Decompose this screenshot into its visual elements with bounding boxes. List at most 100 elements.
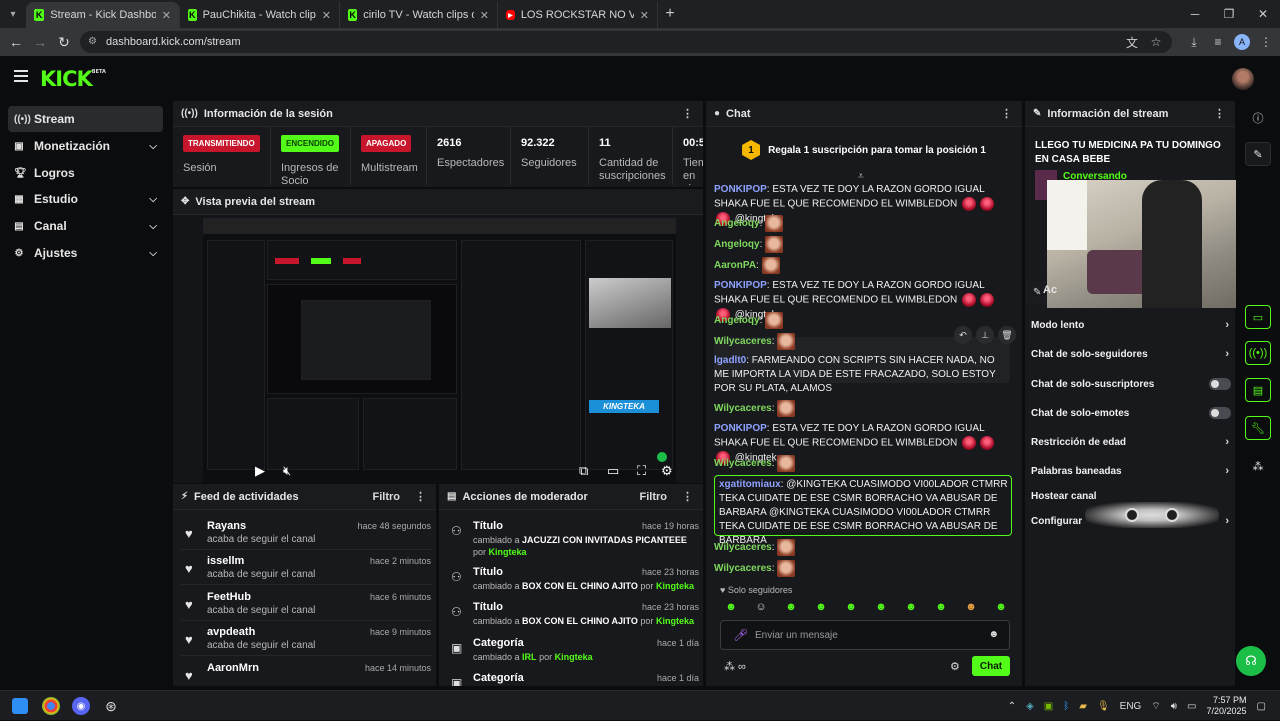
follower-name[interactable]: issellm xyxy=(207,555,244,567)
send-chat-button[interactable]: Chat xyxy=(972,656,1010,676)
filter-button[interactable]: Filtro xyxy=(640,491,668,503)
hamburger-menu-icon[interactable] xyxy=(14,70,28,85)
sidebar-item-canal[interactable]: ▤ Canal ⌵ xyxy=(8,213,163,239)
close-tab-icon[interactable]: ✕ xyxy=(640,9,649,22)
address-bar[interactable]: ⚙ dashboard.kick.com/stream xyxy=(80,31,1172,53)
emotes-only-toggle[interactable] xyxy=(1209,407,1231,419)
more-options-icon[interactable]: ⋮ xyxy=(1001,107,1012,120)
emote-icon[interactable]: ☻ xyxy=(782,599,800,615)
forward-icon[interactable]: → xyxy=(28,34,52,50)
sidebar-item-monetizacion[interactable]: ▣ Monetización ⌵ xyxy=(8,133,163,159)
browser-tab-youtube[interactable]: ▶ LOS ROCKSTAR NO VAN AL CIE ✕ xyxy=(498,2,658,28)
emote-icon[interactable]: ☻ xyxy=(902,599,920,615)
stream-preview-video[interactable]: KINGTEKA ▶ 🔇︎ ⧉ ▭ ⛶ ⚙ xyxy=(203,218,676,483)
emoji-picker-icon[interactable]: ☻ xyxy=(988,629,999,640)
undo-icon[interactable]: ↶ xyxy=(954,326,972,344)
sidebar-item-stream[interactable]: ((•)) Stream xyxy=(8,106,163,132)
moderator-name[interactable]: Kingteka xyxy=(656,616,694,626)
moderator-name[interactable]: Kingteka xyxy=(489,547,527,557)
play-icon[interactable]: ▶ xyxy=(255,463,265,479)
discord-icon[interactable]: ◉ xyxy=(72,697,90,715)
clock[interactable]: 7:57 PM 7/20/2025 xyxy=(1207,695,1247,717)
nvidia-icon[interactable]: ▣ xyxy=(1044,701,1053,712)
emote-icon[interactable]: ☻ xyxy=(722,599,740,615)
reading-list-icon[interactable]: ≡ xyxy=(1210,35,1226,49)
sidebar-item-logros[interactable]: 🏆︎ Logros xyxy=(8,160,163,186)
volume-icon[interactable]: 🔊︎ xyxy=(1171,701,1177,712)
emote-icon[interactable]: ☺ xyxy=(752,599,770,615)
info-icon[interactable]: ⓘ xyxy=(1245,106,1271,130)
chat-username[interactable]: Angeloqy xyxy=(714,239,760,250)
browser-tab-cirilotv[interactable]: K cirilo TV - Watch clips on Kick ✕ xyxy=(340,2,498,28)
follower-name[interactable]: AaronMrn xyxy=(207,662,259,674)
moderator-name[interactable]: Kingteka xyxy=(656,581,694,591)
filter-button[interactable]: Filtro xyxy=(373,491,401,503)
option-followers-only[interactable]: Chat de solo-seguidores › xyxy=(1031,345,1233,363)
emote-icon[interactable]: ☻ xyxy=(962,599,980,615)
obs-icon[interactable]: ⊛ xyxy=(102,697,120,715)
chat-username[interactable]: xgatitomiaux xyxy=(719,479,781,490)
pin-icon[interactable]: ⊥ xyxy=(976,326,994,344)
chevron-up-icon[interactable]: ⌃ xyxy=(1008,701,1016,712)
microphone-icon[interactable]: 🎤︎ xyxy=(733,628,748,642)
profile-avatar[interactable]: A xyxy=(1234,34,1250,50)
chat-message-input[interactable]: 🎤︎ Enviar un mensaje ☻ xyxy=(720,620,1010,650)
close-tab-icon[interactable]: ✕ xyxy=(480,9,489,22)
broadcast-icon[interactable]: ((•)) xyxy=(1245,341,1271,365)
collapse-pinned-icon[interactable]: ⩡ xyxy=(858,171,864,182)
language-indicator[interactable]: ENG xyxy=(1120,701,1142,712)
windows-start-icon[interactable] xyxy=(12,698,28,714)
emote-icon[interactable]: ☻ xyxy=(872,599,890,615)
follower-name[interactable]: FeetHub xyxy=(207,591,251,603)
chat-username[interactable]: Wilycaceres xyxy=(714,336,772,347)
option-age-restriction[interactable]: Restricción de edad › xyxy=(1031,433,1233,451)
reload-icon[interactable]: ↻ xyxy=(52,34,76,51)
pinned-gift-banner[interactable]: 1 Regala 1 suscripción para tomar la pos… xyxy=(706,128,1022,172)
more-options-icon[interactable]: ⋮ xyxy=(682,107,693,120)
chat-username[interactable]: Wilycaceres xyxy=(714,458,772,469)
battery-icon[interactable]: ▭ xyxy=(1187,701,1196,712)
chat-username[interactable]: Angeloqy xyxy=(714,315,760,326)
theater-mode-icon[interactable]: ▭ xyxy=(607,463,619,479)
site-info-icon[interactable]: ⚙ xyxy=(88,36,97,47)
chat-username[interactable]: PONKIPOP xyxy=(714,423,767,434)
edit-icon[interactable]: ✎ xyxy=(1245,142,1271,166)
folder-icon[interactable]: ▰ xyxy=(1079,701,1087,712)
option-slow-mode[interactable]: Modo lento › xyxy=(1031,316,1233,334)
maximize-icon[interactable]: ❐ xyxy=(1212,0,1246,28)
chat-username[interactable]: Angeloqy xyxy=(714,218,760,229)
chat-extras-icon[interactable]: ⁂ ∞ xyxy=(724,660,746,673)
translate-icon[interactable]: 文 xyxy=(1124,34,1140,51)
close-window-icon[interactable]: ✕ xyxy=(1246,0,1280,28)
sidebar-item-ajustes[interactable]: ⚙ Ajustes ⌵ xyxy=(8,240,163,266)
chat-username[interactable]: PONKIPOP xyxy=(714,280,767,291)
emote-icon[interactable]: ☻ xyxy=(842,599,860,615)
chat-username[interactable]: lgadlt0 xyxy=(714,355,746,366)
emote-icon[interactable]: ☻ xyxy=(992,599,1010,615)
mute-icon[interactable]: 🔇︎ xyxy=(283,463,291,479)
browser-menu-icon[interactable]: ⋮ xyxy=(1258,35,1274,49)
tab-search-icon[interactable]: ▾ xyxy=(0,0,26,28)
chat-username[interactable]: AaronPA xyxy=(714,260,756,271)
chat-username[interactable]: Wilycaceres xyxy=(714,563,772,574)
chat-username[interactable]: Wilycaceres xyxy=(714,403,772,414)
network-apps-icon[interactable]: ◈ xyxy=(1026,701,1034,712)
picture-in-picture-icon[interactable]: ⧉ xyxy=(579,463,588,479)
wrench-icon[interactable]: 🔧︎ xyxy=(1245,416,1271,440)
more-options-icon[interactable]: ⋮ xyxy=(682,490,693,503)
chat-icon[interactable]: ▭ xyxy=(1245,305,1271,329)
notifications-icon[interactable]: ▢ xyxy=(1257,701,1266,712)
bluetooth-icon[interactable]: ᛒ xyxy=(1063,701,1069,712)
back-icon[interactable]: ← xyxy=(4,34,28,50)
help-support-icon[interactable]: ☊ xyxy=(1236,646,1266,676)
new-tab-button[interactable]: + xyxy=(658,5,682,23)
more-options-icon[interactable]: ⋮ xyxy=(415,490,426,503)
wifi-icon[interactable]: ⌔ xyxy=(1151,700,1160,713)
browser-tab-pauchikita[interactable]: K PauChikita - Watch clips on Kick ✕ xyxy=(180,2,340,28)
kick-logo[interactable]: KICKBETA xyxy=(40,67,106,91)
apps-icon[interactable]: ⁂ xyxy=(1245,454,1271,478)
follower-name[interactable]: Rayans xyxy=(207,520,246,532)
mic-tray-icon[interactable]: 🎙︎ xyxy=(1097,701,1110,712)
follower-name[interactable]: avpdeath xyxy=(207,626,255,638)
moderator-name[interactable]: Kingteka xyxy=(555,652,593,662)
